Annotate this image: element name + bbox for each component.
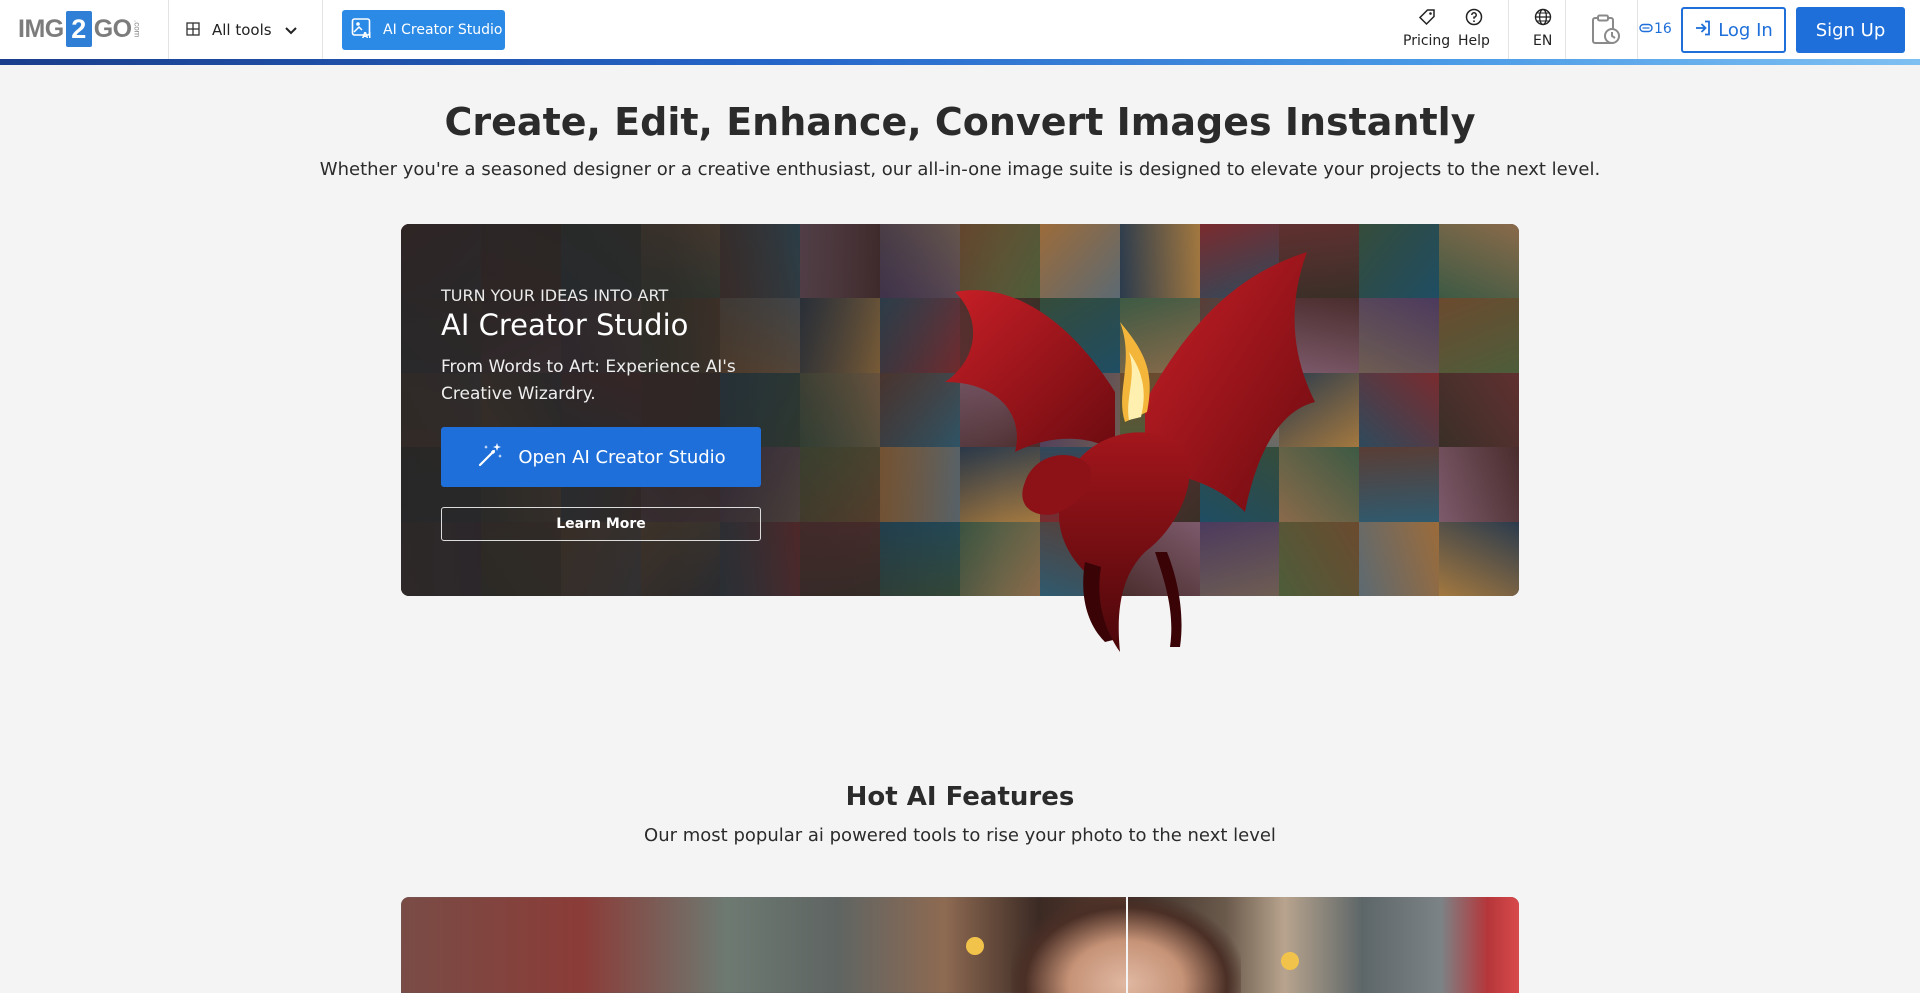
page-title: Create, Edit, Enhance, Convert Images In… xyxy=(444,100,1476,144)
all-tools-label: All tools xyxy=(212,21,272,39)
credits-count: 16 xyxy=(1654,21,1672,37)
top-navbar: IMG 2 GO .com All tools AI AI Creator St… xyxy=(0,0,1920,60)
nav-divider xyxy=(168,0,169,59)
banner-kicker: TURN YOUR IDEAS INTO ART xyxy=(441,286,669,305)
nav-divider xyxy=(1637,0,1638,59)
chevron-down-icon xyxy=(284,21,298,40)
dragon-illustration xyxy=(945,252,1315,652)
language-label: EN xyxy=(1533,33,1553,49)
comparison-slider-handle[interactable] xyxy=(1126,897,1128,993)
mosaic-tile xyxy=(1359,298,1440,373)
before-after-preview[interactable] xyxy=(401,897,1519,993)
logo-text-com: .com xyxy=(132,20,142,38)
mosaic-tile xyxy=(1359,521,1440,596)
signup-label: Sign Up xyxy=(1815,19,1886,41)
globe-icon xyxy=(1534,8,1552,30)
hot-ai-features-subtitle: Our most popular ai powered tools to ris… xyxy=(644,825,1276,846)
banner-description: From Words to Art: Experience AI's Creat… xyxy=(441,357,736,404)
learn-more-button[interactable]: Learn More xyxy=(441,507,761,541)
sign-in-icon xyxy=(1694,19,1712,42)
ai-image-icon: AI xyxy=(351,17,373,43)
magic-wand-icon xyxy=(476,441,504,474)
navbar-accent-bar xyxy=(0,59,1920,65)
nav-divider xyxy=(1508,0,1509,59)
pricing-link[interactable]: Pricing xyxy=(1403,8,1450,49)
login-label: Log In xyxy=(1718,19,1773,41)
help-label: Help xyxy=(1458,33,1490,49)
credits-counter[interactable]: 16 xyxy=(1639,21,1672,37)
mosaic-tile xyxy=(1359,372,1440,448)
page-subtitle: Whether you're a seasoned designer or a … xyxy=(319,159,1601,180)
mosaic-tile xyxy=(1359,224,1440,299)
logo-text-img: IMG xyxy=(18,14,64,43)
mosaic-tile xyxy=(1359,447,1440,522)
ai-creator-studio-label: AI Creator Studio xyxy=(383,22,503,38)
mosaic-tile xyxy=(1439,521,1519,596)
banner-title: AI Creator Studio xyxy=(441,308,689,342)
login-button[interactable]: Log In xyxy=(1681,7,1786,53)
help-link[interactable]: Help xyxy=(1458,8,1490,49)
ai-creator-studio-button[interactable]: AI AI Creator Studio xyxy=(342,10,505,50)
open-ai-creator-studio-button[interactable]: Open AI Creator Studio xyxy=(441,427,761,487)
language-selector[interactable]: EN xyxy=(1533,8,1552,49)
credits-icon xyxy=(1639,21,1653,37)
pricing-label: Pricing xyxy=(1403,33,1451,49)
open-ai-creator-studio-label: Open AI Creator Studio xyxy=(518,446,726,468)
mosaic-tile xyxy=(1439,224,1519,299)
nav-divider xyxy=(1565,0,1566,59)
all-tools-dropdown[interactable]: All tools xyxy=(186,12,298,48)
mosaic-tile xyxy=(1439,372,1519,448)
grid-icon xyxy=(186,21,200,40)
logo-text-go: GO xyxy=(93,14,132,43)
nav-divider xyxy=(322,0,323,59)
mosaic-tile xyxy=(1439,298,1519,373)
logo-badge-two: 2 xyxy=(65,11,92,47)
learn-more-label: Learn More xyxy=(556,516,646,532)
signup-button[interactable]: Sign Up xyxy=(1796,7,1905,53)
bokeh-light xyxy=(1281,952,1299,970)
bokeh-light xyxy=(966,937,984,955)
price-tag-icon xyxy=(1418,8,1436,30)
site-logo[interactable]: IMG 2 GO .com xyxy=(18,10,142,48)
help-icon xyxy=(1465,8,1483,30)
svg-text:AI: AI xyxy=(362,31,371,39)
hot-ai-features-title: Hot AI Features xyxy=(845,782,1075,812)
clipboard-history-icon[interactable] xyxy=(1591,14,1621,50)
mosaic-tile xyxy=(1439,447,1519,522)
